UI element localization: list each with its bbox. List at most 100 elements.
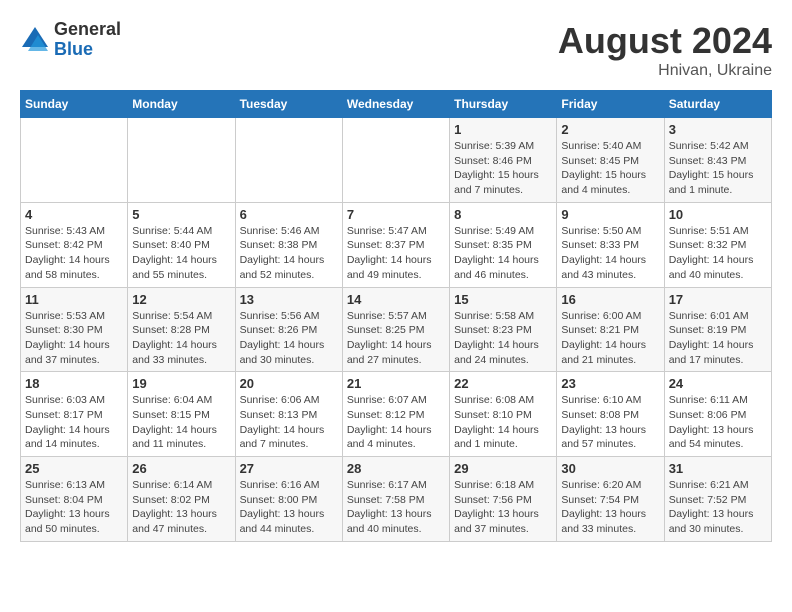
calendar-cell: 26 Sunrise: 6:14 AM Sunset: 8:02 PM Dayli…: [128, 457, 235, 542]
calendar-cell: 12 Sunrise: 5:54 AM Sunset: 8:28 PM Dayli…: [128, 287, 235, 372]
header-wednesday: Wednesday: [342, 91, 449, 118]
calendar-cell: 11Sunrise: 5:53 AM Sunset: 8:30 PM Dayli…: [21, 287, 128, 372]
week-row-3: 11Sunrise: 5:53 AM Sunset: 8:30 PM Dayli…: [21, 287, 772, 372]
day-number: 26: [132, 461, 230, 476]
day-number: 11: [25, 292, 123, 307]
calendar-cell: [235, 118, 342, 203]
day-info: Sunrise: 6:06 AM Sunset: 8:13 PM Dayligh…: [240, 393, 338, 452]
week-row-2: 4 Sunrise: 5:43 AM Sunset: 8:42 PM Daylig…: [21, 202, 772, 287]
logo-general: General: [54, 20, 121, 40]
calendar-cell: 6 Sunrise: 5:46 AM Sunset: 8:38 PM Daylig…: [235, 202, 342, 287]
day-number: 7: [347, 207, 445, 222]
day-info: Sunrise: 6:07 AM Sunset: 8:12 PM Dayligh…: [347, 393, 445, 452]
calendar-cell: 28 Sunrise: 6:17 AM Sunset: 7:58 PM Dayli…: [342, 457, 449, 542]
day-info: Sunrise: 6:11 AM Sunset: 8:06 PM Dayligh…: [669, 393, 767, 452]
calendar-cell: 1Sunrise: 5:39 AM Sunset: 8:46 PM Daylig…: [450, 118, 557, 203]
calendar-cell: [128, 118, 235, 203]
logo-blue: Blue: [54, 40, 121, 60]
calendar-header: SundayMondayTuesdayWednesdayThursdayFrid…: [21, 91, 772, 118]
day-number: 23: [561, 376, 659, 391]
day-info: Sunrise: 5:49 AM Sunset: 8:35 PM Dayligh…: [454, 224, 552, 283]
calendar-cell: 3 Sunrise: 5:42 AM Sunset: 8:43 PM Daylig…: [664, 118, 771, 203]
week-row-4: 18Sunrise: 6:03 AM Sunset: 8:17 PM Dayli…: [21, 372, 772, 457]
day-info: Sunrise: 5:42 AM Sunset: 8:43 PM Dayligh…: [669, 139, 767, 198]
day-info: Sunrise: 6:13 AM Sunset: 8:04 PM Dayligh…: [25, 478, 123, 537]
day-info: Sunrise: 6:17 AM Sunset: 7:58 PM Dayligh…: [347, 478, 445, 537]
day-number: 21: [347, 376, 445, 391]
day-number: 3: [669, 122, 767, 137]
day-info: Sunrise: 6:04 AM Sunset: 8:15 PM Dayligh…: [132, 393, 230, 452]
day-info: Sunrise: 5:50 AM Sunset: 8:33 PM Dayligh…: [561, 224, 659, 283]
day-info: Sunrise: 5:57 AM Sunset: 8:25 PM Dayligh…: [347, 309, 445, 368]
calendar-cell: 23 Sunrise: 6:10 AM Sunset: 8:08 PM Dayli…: [557, 372, 664, 457]
calendar-title: August 2024: [558, 20, 772, 62]
day-info: Sunrise: 5:58 AM Sunset: 8:23 PM Dayligh…: [454, 309, 552, 368]
day-info: Sunrise: 5:56 AM Sunset: 8:26 PM Dayligh…: [240, 309, 338, 368]
day-number: 13: [240, 292, 338, 307]
day-info: Sunrise: 6:08 AM Sunset: 8:10 PM Dayligh…: [454, 393, 552, 452]
day-info: Sunrise: 6:21 AM Sunset: 7:52 PM Dayligh…: [669, 478, 767, 537]
day-number: 16: [561, 292, 659, 307]
day-info: Sunrise: 6:10 AM Sunset: 8:08 PM Dayligh…: [561, 393, 659, 452]
calendar-cell: 24 Sunrise: 6:11 AM Sunset: 8:06 PM Dayli…: [664, 372, 771, 457]
calendar-cell: 2Sunrise: 5:40 AM Sunset: 8:45 PM Daylig…: [557, 118, 664, 203]
calendar-cell: 7Sunrise: 5:47 AM Sunset: 8:37 PM Daylig…: [342, 202, 449, 287]
header-friday: Friday: [557, 91, 664, 118]
calendar-cell: 20Sunrise: 6:06 AM Sunset: 8:13 PM Dayli…: [235, 372, 342, 457]
day-number: 24: [669, 376, 767, 391]
title-block: August 2024 Hnivan, Ukraine: [558, 20, 772, 80]
calendar-body: 1Sunrise: 5:39 AM Sunset: 8:46 PM Daylig…: [21, 118, 772, 542]
day-number: 10: [669, 207, 767, 222]
calendar-cell: 19 Sunrise: 6:04 AM Sunset: 8:15 PM Dayli…: [128, 372, 235, 457]
calendar-cell: 5 Sunrise: 5:44 AM Sunset: 8:40 PM Daylig…: [128, 202, 235, 287]
calendar-cell: 13 Sunrise: 5:56 AM Sunset: 8:26 PM Dayli…: [235, 287, 342, 372]
header-thursday: Thursday: [450, 91, 557, 118]
calendar-subtitle: Hnivan, Ukraine: [558, 62, 772, 80]
calendar-cell: 27 Sunrise: 6:16 AM Sunset: 8:00 PM Dayli…: [235, 457, 342, 542]
day-info: Sunrise: 6:01 AM Sunset: 8:19 PM Dayligh…: [669, 309, 767, 368]
calendar-cell: 18Sunrise: 6:03 AM Sunset: 8:17 PM Dayli…: [21, 372, 128, 457]
day-info: Sunrise: 5:44 AM Sunset: 8:40 PM Dayligh…: [132, 224, 230, 283]
day-info: Sunrise: 6:20 AM Sunset: 7:54 PM Dayligh…: [561, 478, 659, 537]
day-info: Sunrise: 5:43 AM Sunset: 8:42 PM Dayligh…: [25, 224, 123, 283]
day-number: 27: [240, 461, 338, 476]
day-number: 14: [347, 292, 445, 307]
day-number: 6: [240, 207, 338, 222]
header-monday: Monday: [128, 91, 235, 118]
day-info: Sunrise: 5:46 AM Sunset: 8:38 PM Dayligh…: [240, 224, 338, 283]
calendar-cell: 25 Sunrise: 6:13 AM Sunset: 8:04 PM Dayli…: [21, 457, 128, 542]
calendar-cell: 22Sunrise: 6:08 AM Sunset: 8:10 PM Dayli…: [450, 372, 557, 457]
calendar-table: SundayMondayTuesdayWednesdayThursdayFrid…: [20, 90, 772, 542]
week-row-1: 1Sunrise: 5:39 AM Sunset: 8:46 PM Daylig…: [21, 118, 772, 203]
day-number: 12: [132, 292, 230, 307]
day-number: 2: [561, 122, 659, 137]
day-number: 30: [561, 461, 659, 476]
day-number: 29: [454, 461, 552, 476]
day-info: Sunrise: 5:51 AM Sunset: 8:32 PM Dayligh…: [669, 224, 767, 283]
page-header: General Blue August 2024 Hnivan, Ukraine: [20, 20, 772, 80]
header-sunday: Sunday: [21, 91, 128, 118]
day-number: 28: [347, 461, 445, 476]
calendar-cell: 21 Sunrise: 6:07 AM Sunset: 8:12 PM Dayli…: [342, 372, 449, 457]
logo: General Blue: [20, 20, 121, 60]
header-saturday: Saturday: [664, 91, 771, 118]
day-number: 19: [132, 376, 230, 391]
day-number: 9: [561, 207, 659, 222]
day-number: 8: [454, 207, 552, 222]
day-info: Sunrise: 6:16 AM Sunset: 8:00 PM Dayligh…: [240, 478, 338, 537]
day-number: 18: [25, 376, 123, 391]
day-info: Sunrise: 6:18 AM Sunset: 7:56 PM Dayligh…: [454, 478, 552, 537]
day-info: Sunrise: 5:54 AM Sunset: 8:28 PM Dayligh…: [132, 309, 230, 368]
calendar-cell: 31Sunrise: 6:21 AM Sunset: 7:52 PM Dayli…: [664, 457, 771, 542]
calendar-cell: 15Sunrise: 5:58 AM Sunset: 8:23 PM Dayli…: [450, 287, 557, 372]
day-info: Sunrise: 5:39 AM Sunset: 8:46 PM Dayligh…: [454, 139, 552, 198]
day-info: Sunrise: 6:14 AM Sunset: 8:02 PM Dayligh…: [132, 478, 230, 537]
day-number: 4: [25, 207, 123, 222]
calendar-cell: 29 Sunrise: 6:18 AM Sunset: 7:56 PM Dayli…: [450, 457, 557, 542]
calendar-cell: 10 Sunrise: 5:51 AM Sunset: 8:32 PM Dayli…: [664, 202, 771, 287]
logo-icon: [20, 25, 50, 55]
day-number: 5: [132, 207, 230, 222]
calendar-cell: 16Sunrise: 6:00 AM Sunset: 8:21 PM Dayli…: [557, 287, 664, 372]
day-number: 17: [669, 292, 767, 307]
day-number: 25: [25, 461, 123, 476]
